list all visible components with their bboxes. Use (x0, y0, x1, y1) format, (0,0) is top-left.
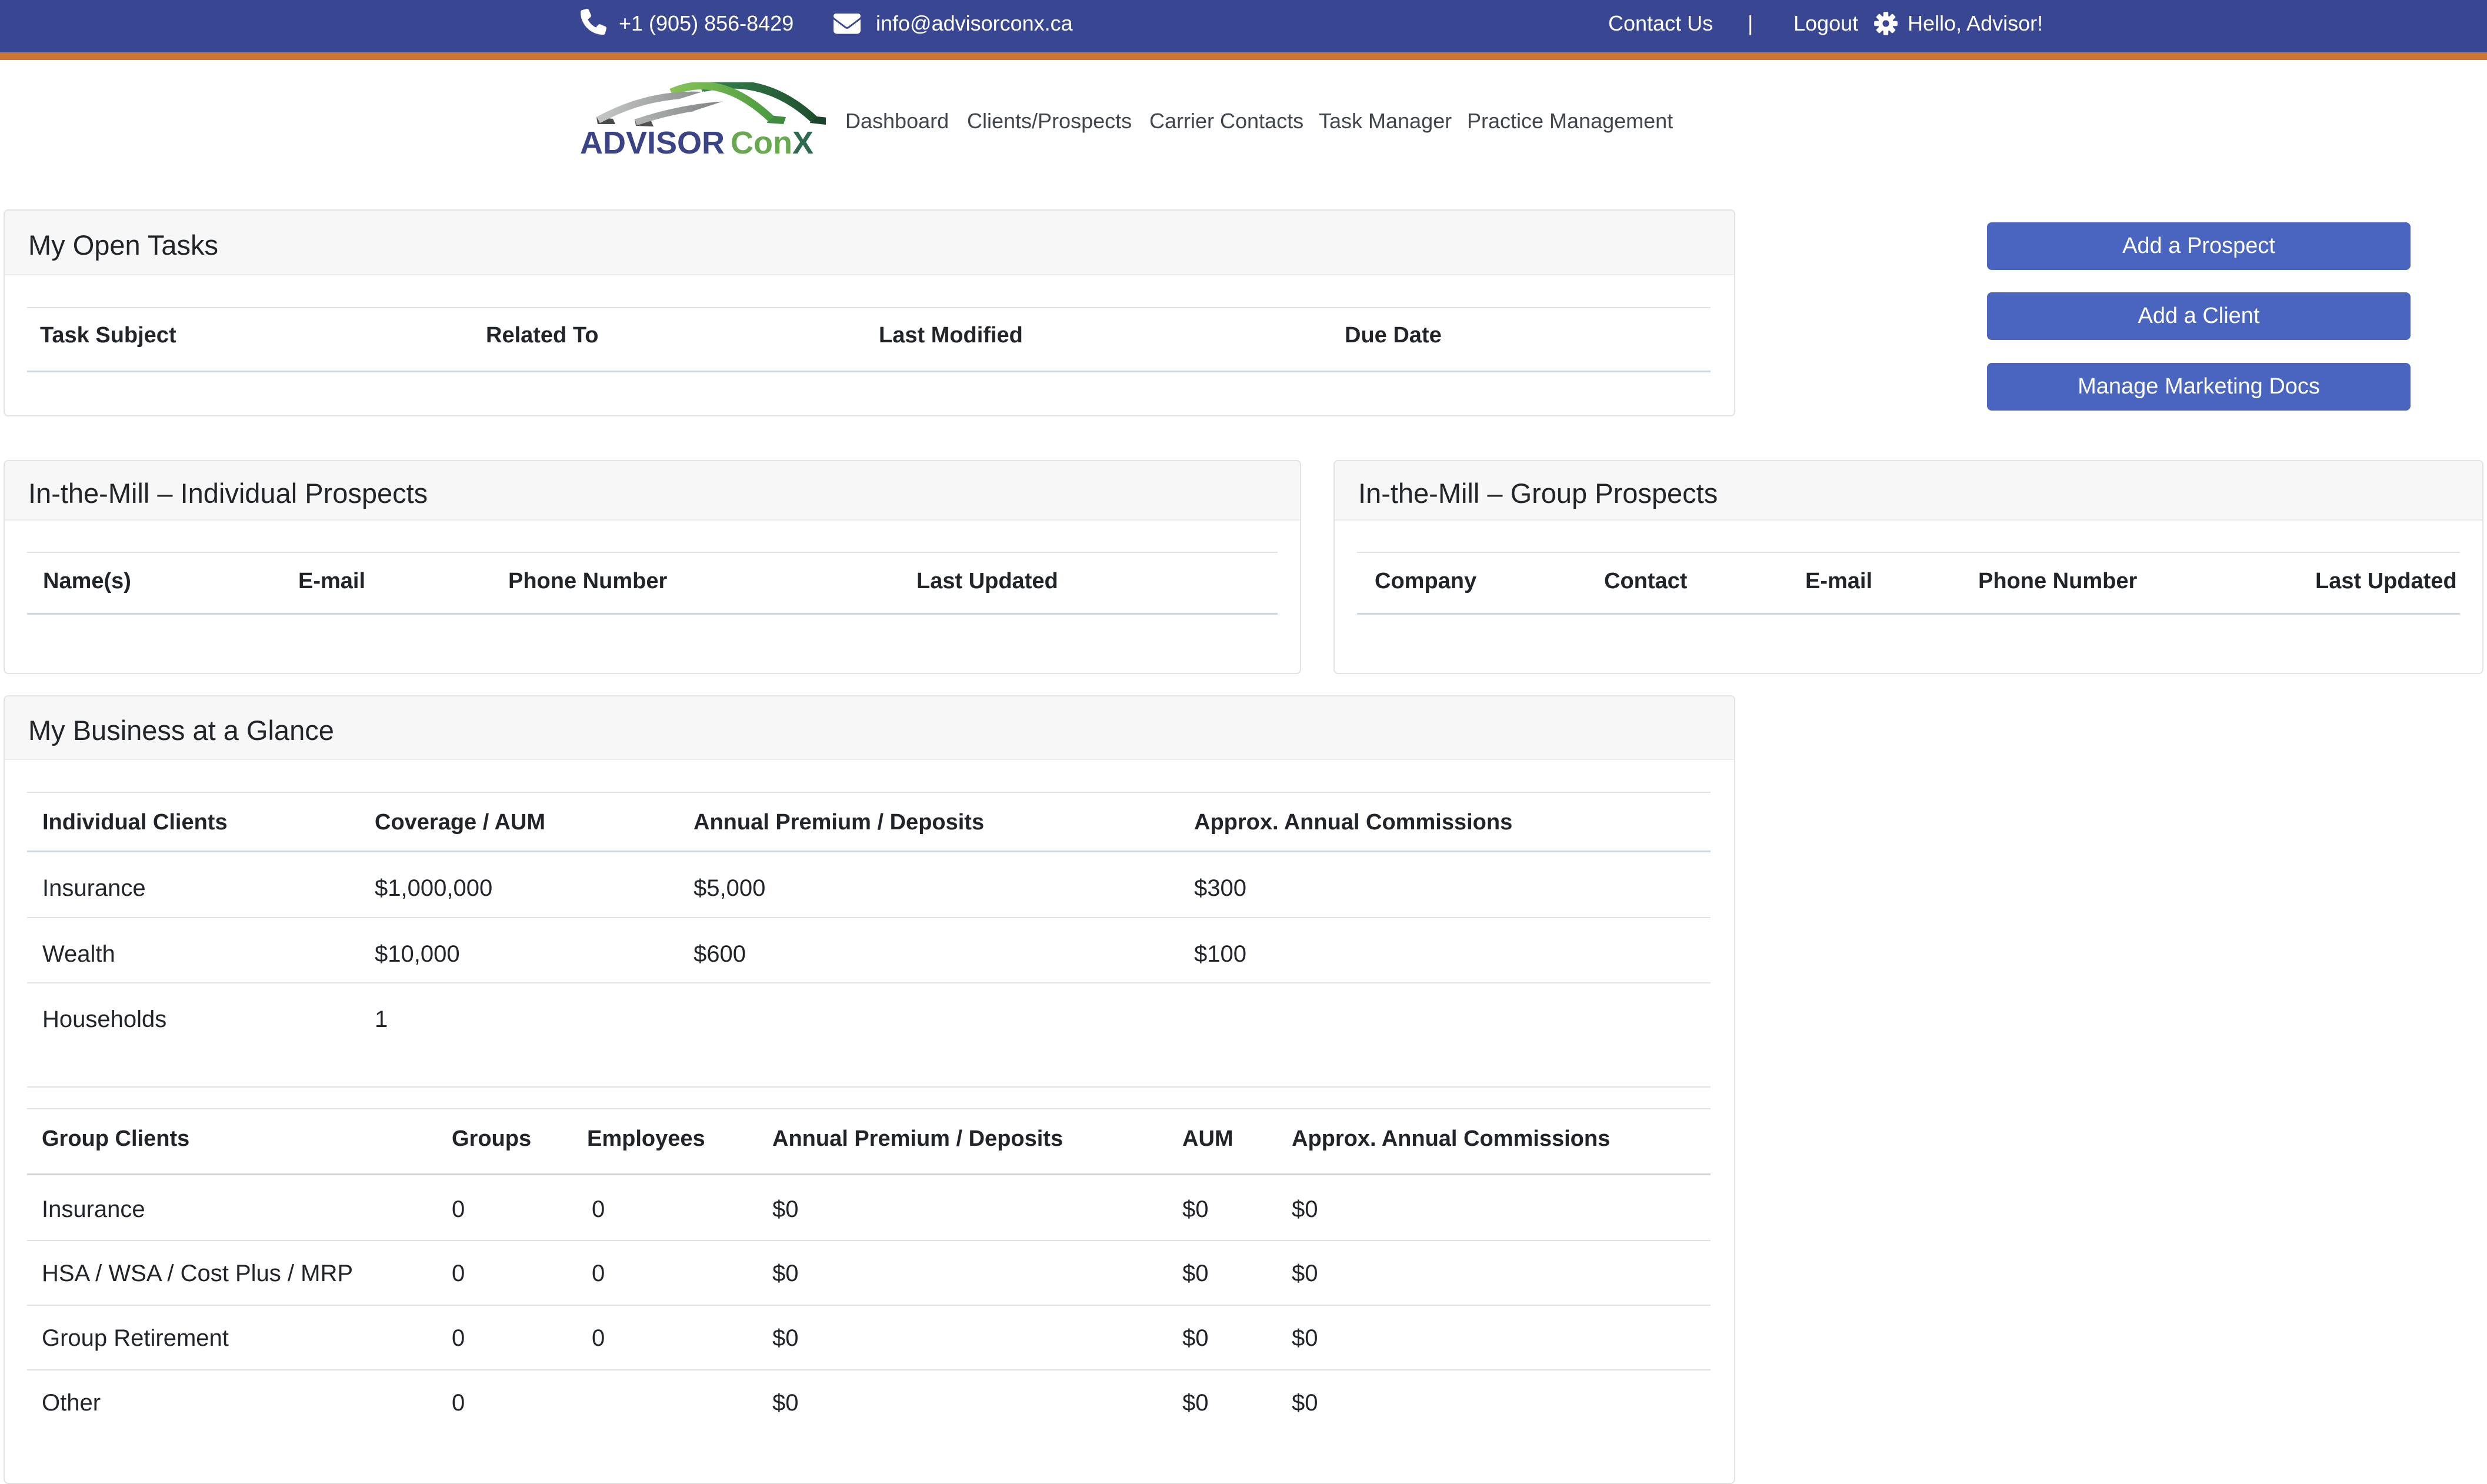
svg-text:ConX: ConX (731, 125, 814, 161)
svg-text:ADVISOR: ADVISOR (580, 125, 725, 161)
